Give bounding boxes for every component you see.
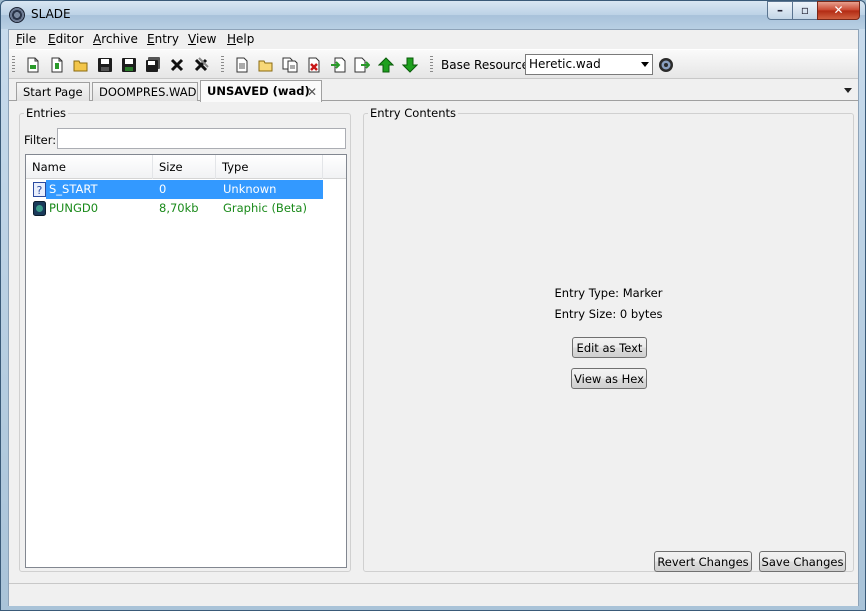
entry-row[interactable]: PUNGD0 8,70kb Graphic (Beta) — [26, 199, 346, 218]
open-button[interactable] — [71, 55, 91, 75]
column-header-size[interactable]: Size — [153, 155, 216, 179]
entry-list-header: Name Size Type — [26, 155, 346, 179]
menu-editor[interactable]: Editor — [48, 32, 84, 46]
close-tab-icon[interactable]: ✕ — [307, 85, 317, 99]
import-entry-button[interactable] — [328, 55, 348, 75]
toolbar-grip[interactable] — [221, 56, 224, 74]
entry-list[interactable]: Name Size Type ? S_START 0 Unknown PUNGD… — [25, 154, 347, 568]
maximize-button[interactable]: ▫ — [792, 1, 818, 20]
arrow-up-icon — [378, 57, 394, 73]
new-wad-icon — [27, 57, 39, 73]
tab-start-page[interactable]: Start Page — [16, 82, 90, 101]
export-entry-icon — [354, 57, 370, 73]
filter-label: Filter: — [24, 133, 57, 147]
save-changes-button[interactable]: Save Changes — [759, 551, 846, 572]
menu-view[interactable]: View — [188, 32, 216, 46]
status-bar — [9, 583, 858, 606]
import-entry-icon — [331, 57, 346, 73]
column-header-type[interactable]: Type — [216, 155, 323, 179]
tab-unsaved-wad[interactable]: UNSAVED (wad) ✕ — [200, 80, 322, 102]
import-files-button[interactable] — [280, 55, 300, 75]
app-window: SLADE – ▫ ✕ File Editor Archive Entry Vi… — [0, 0, 866, 611]
entries-panel-title: Entries — [24, 106, 69, 120]
new-entry-button[interactable] — [232, 55, 252, 75]
title-bar[interactable]: SLADE – ▫ ✕ — [1, 1, 865, 29]
toolbar-grip[interactable] — [12, 56, 15, 74]
save-all-icon — [146, 57, 160, 72]
new-entry-icon — [236, 57, 248, 73]
close-window-button[interactable]: ✕ — [817, 1, 860, 20]
menu-file[interactable]: File — [16, 32, 36, 46]
entry-name: PUNGD0 — [49, 201, 99, 215]
new-zip-button[interactable] — [47, 55, 67, 75]
open-folder-icon — [73, 60, 88, 72]
entry-size: 8,70kb — [159, 201, 199, 215]
entries-panel: Entries Filter: Name Size Type ? S_START… — [19, 106, 351, 572]
move-down-button[interactable] — [400, 55, 420, 75]
view-as-hex-button[interactable]: View as Hex — [571, 368, 647, 389]
chevron-down-icon — [641, 62, 649, 67]
toolbar-grip[interactable] — [430, 56, 433, 74]
close-all-button[interactable] — [191, 55, 211, 75]
base-resource-settings-button[interactable] — [656, 55, 676, 75]
move-up-button[interactable] — [376, 55, 396, 75]
entry-type-info: Entry Type: Marker — [554, 286, 663, 300]
new-wad-button[interactable] — [23, 55, 43, 75]
maximize-icon: ▫ — [800, 3, 810, 17]
base-resource-select[interactable]: Heretic.wad — [525, 54, 653, 75]
close-archive-button[interactable] — [167, 55, 187, 75]
entry-type: Unknown — [223, 182, 277, 196]
minimize-icon: – — [777, 3, 783, 17]
import-files-icon — [282, 57, 298, 73]
revert-changes-button[interactable]: Revert Changes — [654, 551, 752, 572]
app-icon — [9, 7, 25, 23]
new-directory-button[interactable] — [256, 55, 276, 75]
save-button[interactable] — [95, 55, 115, 75]
client-area: File Editor Archive Entry View Help Base… — [8, 29, 859, 606]
marker-icon: ? — [33, 182, 46, 197]
entry-name: S_START — [49, 182, 98, 196]
save-icon — [98, 58, 112, 72]
close-all-icon — [194, 57, 209, 72]
tab-doompres-wad[interactable]: DOOMPRES.WAD — [92, 82, 198, 101]
tab-label: DOOMPRES.WAD — [99, 85, 197, 99]
menu-help[interactable]: Help — [227, 32, 254, 46]
menu-archive[interactable]: Archive — [93, 32, 138, 46]
base-resource-label: Base Resource: — [441, 58, 534, 72]
save-as-icon — [122, 58, 136, 72]
entry-row[interactable]: ? S_START 0 Unknown — [26, 180, 346, 199]
save-all-button[interactable] — [143, 55, 163, 75]
close-x-icon — [170, 58, 184, 72]
minimize-button[interactable]: – — [767, 1, 793, 20]
column-header-name[interactable]: Name — [26, 155, 153, 179]
window-title: SLADE — [31, 7, 71, 21]
svg-text:?: ? — [37, 184, 43, 197]
new-zip-icon — [51, 57, 63, 73]
entry-size: 0 — [159, 182, 167, 196]
arrow-down-icon — [402, 57, 418, 73]
entry-contents-title: Entry Contents — [368, 106, 458, 120]
tab-list-dropdown-icon[interactable] — [844, 88, 852, 93]
archive-tabs: Start Page DOOMPRES.WAD UNSAVED (wad) ✕ — [9, 80, 858, 102]
entry-type: Graphic (Beta) — [223, 201, 307, 215]
export-entry-button[interactable] — [352, 55, 372, 75]
close-icon: ✕ — [833, 3, 844, 17]
filter-input[interactable] — [57, 128, 346, 149]
graphic-icon — [33, 201, 46, 216]
delete-entry-button[interactable] — [304, 55, 324, 75]
edit-as-text-button[interactable]: Edit as Text — [572, 337, 647, 358]
menu-bar: File Editor Archive Entry View Help — [9, 30, 858, 49]
save-as-button[interactable] — [119, 55, 139, 75]
menu-entry[interactable]: Entry — [147, 32, 179, 46]
tab-label: UNSAVED (wad) — [207, 84, 310, 98]
tab-label: Start Page — [23, 85, 83, 99]
new-folder-icon — [258, 60, 273, 72]
base-resource-value: Heretic.wad — [529, 57, 601, 71]
toolbar: Base Resource: Heretic.wad — [9, 49, 858, 79]
entry-contents-panel: Entry Contents Entry Type: Marker Entry … — [363, 106, 854, 572]
gear-icon — [659, 58, 673, 72]
delete-entry-icon — [308, 57, 320, 73]
entry-size-info: Entry Size: 0 bytes — [554, 307, 663, 321]
